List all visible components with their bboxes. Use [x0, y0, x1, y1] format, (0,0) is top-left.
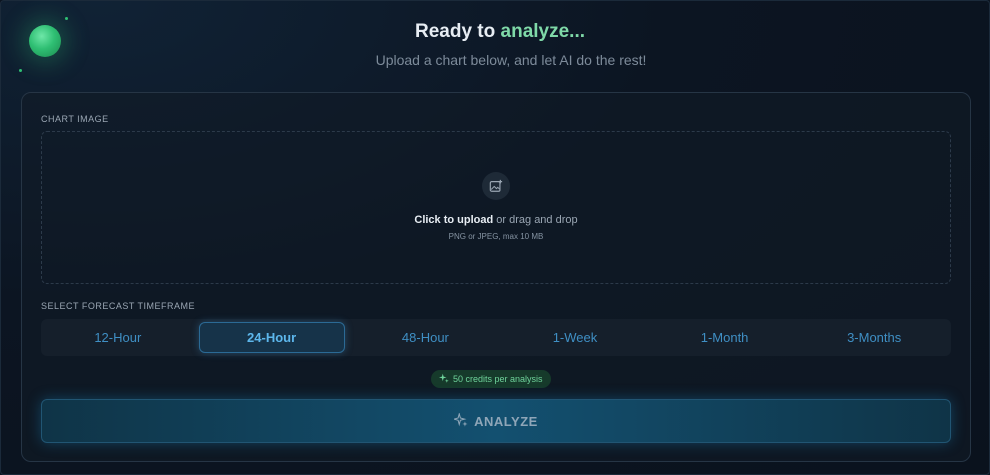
- timeframe-selector: 12-Hour 24-Hour 48-Hour 1-Week 1-Month 3…: [41, 319, 951, 356]
- app-window: Ready to analyze... Upload a chart below…: [0, 0, 990, 475]
- credits-badge: 50 credits per analysis: [431, 370, 551, 388]
- credits-text: 50 credits per analysis: [453, 374, 543, 384]
- timeframe-option-24-hour[interactable]: 24-Hour: [198, 322, 345, 353]
- drag-drop-text: or drag and drop: [496, 214, 578, 226]
- upload-instructions: Click to upload or drag and drop: [42, 214, 950, 226]
- click-to-upload-link[interactable]: Click to upload: [414, 214, 493, 226]
- analyze-button-label: ANALYZE: [474, 413, 538, 429]
- timeframe-option-12-hour[interactable]: 12-Hour: [43, 322, 193, 353]
- page-title: Ready to analyze...: [1, 21, 990, 43]
- analyze-button[interactable]: ANALYZE: [41, 399, 951, 443]
- image-add-icon: [482, 172, 510, 200]
- upload-hint: PNG or JPEG, max 10 MB: [448, 232, 544, 241]
- chart-image-label: CHART IMAGE: [41, 114, 109, 124]
- forecast-timeframe-label: SELECT FORECAST TIMEFRAME: [41, 301, 196, 311]
- title-accent: analyze...: [500, 21, 586, 42]
- sparkles-icon: [439, 373, 449, 385]
- timeframe-option-48-hour[interactable]: 48-Hour: [351, 322, 501, 353]
- timeframe-option-1-week[interactable]: 1-Week: [500, 322, 650, 353]
- upload-dropzone[interactable]: Click to upload or drag and drop PNG or …: [41, 131, 951, 284]
- title-prefix: Ready to: [414, 21, 496, 42]
- timeframe-option-3-months[interactable]: 3-Months: [799, 322, 949, 353]
- timeframe-option-1-month[interactable]: 1-Month: [650, 322, 800, 353]
- sparkles-icon: [452, 411, 468, 430]
- analysis-panel: CHART IMAGE Click to upload or drag and …: [21, 92, 971, 462]
- page-subtitle: Upload a chart below, and let AI do the …: [375, 52, 647, 68]
